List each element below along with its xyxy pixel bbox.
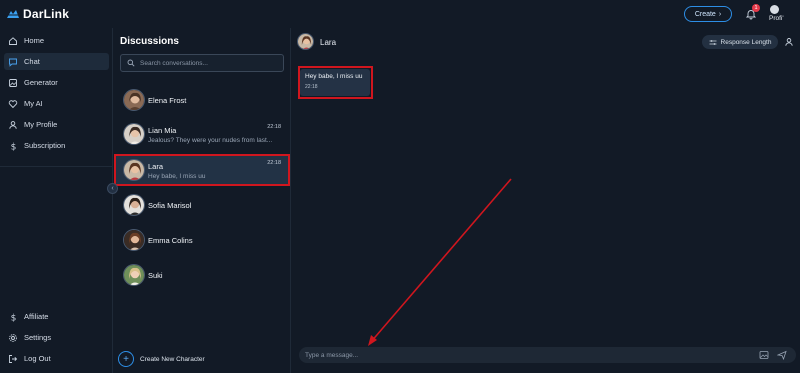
- heart-icon: [8, 99, 18, 108]
- sidebar-item-label: Subscription: [24, 141, 66, 150]
- sidebar-item-label: Log Out: [24, 354, 51, 363]
- sidebar-item-label: Affiliate: [24, 312, 49, 321]
- conversation-preview: Hey babe, I miss uu: [148, 173, 206, 180]
- conversation-item-lian-mia[interactable]: Lian Mia Jealous? They were your nudes f…: [115, 118, 289, 150]
- chat-panel: Lara Response Length Hey babe, I miss uu…: [291, 28, 800, 373]
- sidebar-item-label: Home: [24, 36, 45, 45]
- sidebar-item-my-profile[interactable]: My Profile: [4, 116, 109, 133]
- logout-icon: [9, 354, 18, 363]
- sidebar-item-affiliate[interactable]: $ Affiliate: [4, 308, 109, 325]
- conversation-preview: Jealous? They were your nudes from last.…: [148, 137, 273, 144]
- search-input[interactable]: [140, 59, 280, 67]
- conversation-item-lara[interactable]: Lara Hey babe, I miss uu 22:18: [115, 154, 289, 186]
- plus-icon: +: [118, 351, 134, 367]
- conversation-item-elena-frost[interactable]: Elena Frost: [115, 84, 289, 116]
- logo-text: DarLink: [23, 7, 70, 21]
- collapse-sidebar-button[interactable]: ‹: [107, 183, 118, 194]
- avatar: [123, 159, 145, 181]
- message-input[interactable]: [305, 351, 745, 359]
- conversation-name: Lara: [148, 162, 164, 171]
- logo-icon: [7, 9, 19, 18]
- sidebar-item-my-ai[interactable]: My AI: [4, 95, 109, 112]
- notification-badge: 1: [752, 4, 760, 12]
- chevron-right-icon: ›: [718, 10, 722, 18]
- logo[interactable]: DarLink: [6, 7, 69, 21]
- dollar-icon: $: [11, 142, 17, 150]
- sidebar-item-label: Settings: [24, 333, 52, 342]
- user-icon: [9, 120, 17, 129]
- conversation-name: Lian Mia: [148, 126, 177, 135]
- send-icon[interactable]: [777, 350, 787, 360]
- avatar: [123, 89, 145, 111]
- conversation-item-sofia-marisol[interactable]: Sofia Marisol: [115, 189, 289, 221]
- chevron-left-icon: ‹: [111, 185, 114, 192]
- sidebar: Home Chat Generator My AI My Profile $ S…: [0, 28, 113, 373]
- sidebar-item-subscription[interactable]: $ Subscription: [4, 137, 109, 154]
- sidebar-item-label: Chat: [24, 57, 40, 66]
- avatar: [123, 123, 145, 145]
- avatar: [123, 264, 145, 286]
- discussions-panel: Discussions Elena Frost Lian Mia Jealous…: [113, 28, 291, 373]
- avatar: [123, 194, 145, 216]
- profile-menu[interactable]: Profi': [768, 5, 798, 25]
- sidebar-item-logout[interactable]: Log Out: [4, 350, 109, 367]
- create-new-character-label: Create New Character: [140, 355, 205, 363]
- svg-text:$: $: [11, 313, 17, 321]
- sidebar-item-home[interactable]: Home: [4, 32, 109, 49]
- dollar-icon: $: [11, 313, 17, 321]
- image-icon[interactable]: [759, 350, 769, 360]
- avatar: [770, 5, 779, 14]
- conversation-item-suki[interactable]: Suki: [115, 259, 289, 291]
- sidebar-item-label: Generator: [24, 78, 58, 87]
- annotation-arrow: [368, 178, 512, 346]
- avatar: [123, 229, 145, 251]
- conversation-item-emma-colins[interactable]: Emma Colins: [115, 224, 289, 256]
- sidebar-item-settings[interactable]: Settings: [4, 329, 109, 346]
- search-box[interactable]: [120, 54, 284, 72]
- conversation-name: Emma Colins: [148, 236, 193, 245]
- sidebar-item-chat[interactable]: Chat: [4, 53, 109, 70]
- svg-text:$: $: [11, 142, 17, 150]
- sidebar-item-label: My AI: [24, 99, 43, 108]
- divider: [0, 166, 113, 167]
- sidebar-item-label: My Profile: [24, 120, 58, 129]
- gear-icon: [9, 333, 17, 342]
- sidebar-item-generator[interactable]: Generator: [4, 74, 109, 91]
- create-button[interactable]: Create ›: [684, 6, 732, 22]
- create-new-character-button[interactable]: + Create New Character: [118, 351, 205, 367]
- generator-icon: [9, 78, 17, 87]
- conversation-name: Sofia Marisol: [148, 201, 192, 210]
- top-bar: DarLink Create › 1 Profi': [0, 0, 800, 28]
- discussions-title: Discussions: [120, 36, 179, 47]
- create-button-label: Create: [694, 10, 716, 18]
- conversation-name: Suki: [148, 271, 163, 280]
- profile-label: Profi': [769, 15, 784, 22]
- message-bar: [299, 347, 796, 363]
- conversation-name: Elena Frost: [148, 96, 187, 105]
- chat-icon: [9, 58, 17, 67]
- conversation-time: 22:18: [267, 160, 281, 166]
- conversation-time: 22:18: [267, 124, 281, 130]
- home-icon: [9, 36, 17, 45]
- search-icon: [127, 59, 135, 67]
